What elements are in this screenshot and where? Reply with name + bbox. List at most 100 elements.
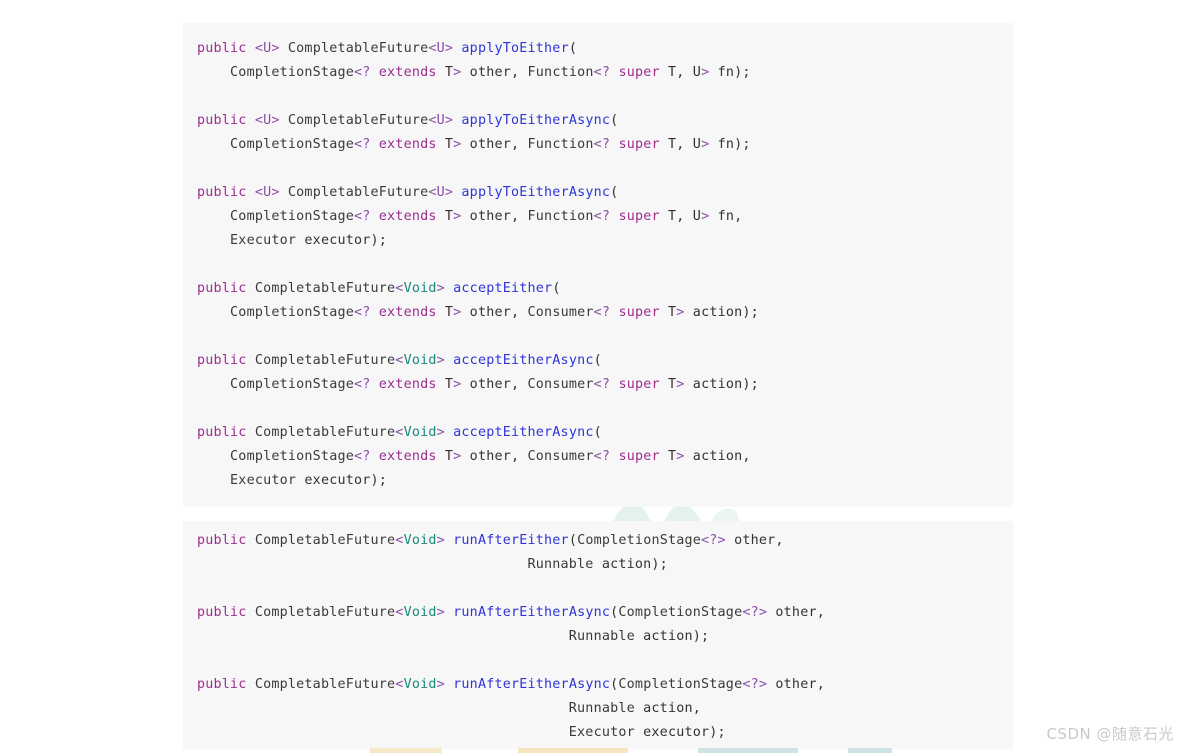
code-token: Executor [197,725,635,740]
code-token: super [618,209,660,224]
code-token: < [395,425,404,440]
code-token: T [659,377,677,392]
code-token: other, [461,305,528,320]
code-token: executor); [296,233,388,248]
code-token: > [436,281,445,296]
code-token: extends [378,449,437,464]
code-token: public [197,113,247,128]
code-token: CompletableFuture [287,185,429,200]
code-token: Void [403,353,437,368]
code-token: CompletionStage [618,605,743,620]
code-token: acceptEitherAsync [453,353,594,368]
code-token: other, [767,677,825,692]
code-token: other, [725,533,784,548]
code-token: applyToEitherAsync [461,113,611,128]
code-token: super [618,65,660,80]
code-token: CompletionStage [197,377,354,392]
code-token: other, [461,449,528,464]
code-token: Void [403,425,437,440]
code-token: Function [527,65,594,80]
code-token: super [618,377,660,392]
code-token: > [436,533,445,548]
code-token: Runnable [197,701,635,716]
code-token: CompletionStage [197,209,354,224]
code-token: public [197,605,247,620]
code-token: > [436,425,445,440]
code-token: other, [461,209,528,224]
code-token: extends [378,137,437,152]
code-token: ( [610,185,619,200]
code-token: public [197,533,247,548]
code-token: Consumer [527,449,594,464]
code-token: CompletionStage [197,449,354,464]
code-token: <? [593,209,611,224]
code-token: runAfterEitherAsync [453,605,611,620]
code-token: <? [593,305,611,320]
code-token: > [436,605,445,620]
code-token: <U> [428,113,454,128]
code-token: CompletionStage [197,137,354,152]
code-token: CompletableFuture [287,113,429,128]
code-token: <?> [701,533,726,548]
code-token: executor); [296,473,388,488]
code-token: Consumer [527,377,594,392]
code-token: Void [403,605,437,620]
code-token: fn, [709,209,743,224]
code-token: CompletionStage [197,305,354,320]
code-block-applyToEither-acceptEither: public <U> CompletableFuture<U> applyToE… [183,23,1013,507]
code-token: ( [610,113,619,128]
code-token: extends [378,305,437,320]
code-token: > [436,353,445,368]
code-token: action); [593,557,668,572]
code-token: <? [593,449,611,464]
code-token: acceptEither [453,281,553,296]
code-token: <? [593,137,611,152]
code-token: ( [593,425,602,440]
code-token: T, U [659,209,702,224]
code-token: <? [353,137,371,152]
code-token: T [436,65,454,80]
code-token: applyToEither [461,41,569,56]
code-token: T, U [659,137,702,152]
code-token: > [436,677,445,692]
code-token: ( [568,41,578,56]
code-token: <U> [254,41,280,56]
code-token: fn); [709,65,751,80]
code-token: <? [353,377,371,392]
code-token: action); [684,377,759,392]
code-token: CompletionStage [577,533,702,548]
code-token: CompletableFuture [254,605,396,620]
code-token: T [659,305,677,320]
code-token: super [618,449,660,464]
code-token: <? [353,449,371,464]
code-token: > [676,449,685,464]
code-token: runAfterEither [453,533,569,548]
code-block-runAfterEither: public CompletableFuture<Void> runAfterE… [183,521,1013,749]
code-token: fn); [709,137,751,152]
code-token: other, [461,377,528,392]
code-token: ( [552,281,561,296]
csdn-watermark: CSDN @随意石光 [1046,725,1174,743]
code-token: Void [403,677,437,692]
code-token: CompletionStage [618,677,743,692]
code-token: ( [568,533,578,548]
code-token: <? [353,65,371,80]
code-token: extends [378,65,437,80]
code-token: action, [684,449,751,464]
code-token: super [618,137,660,152]
code-token: Void [403,533,437,548]
code-token: <U> [254,113,280,128]
code-token: T [436,377,454,392]
code-token: Executor [197,473,297,488]
